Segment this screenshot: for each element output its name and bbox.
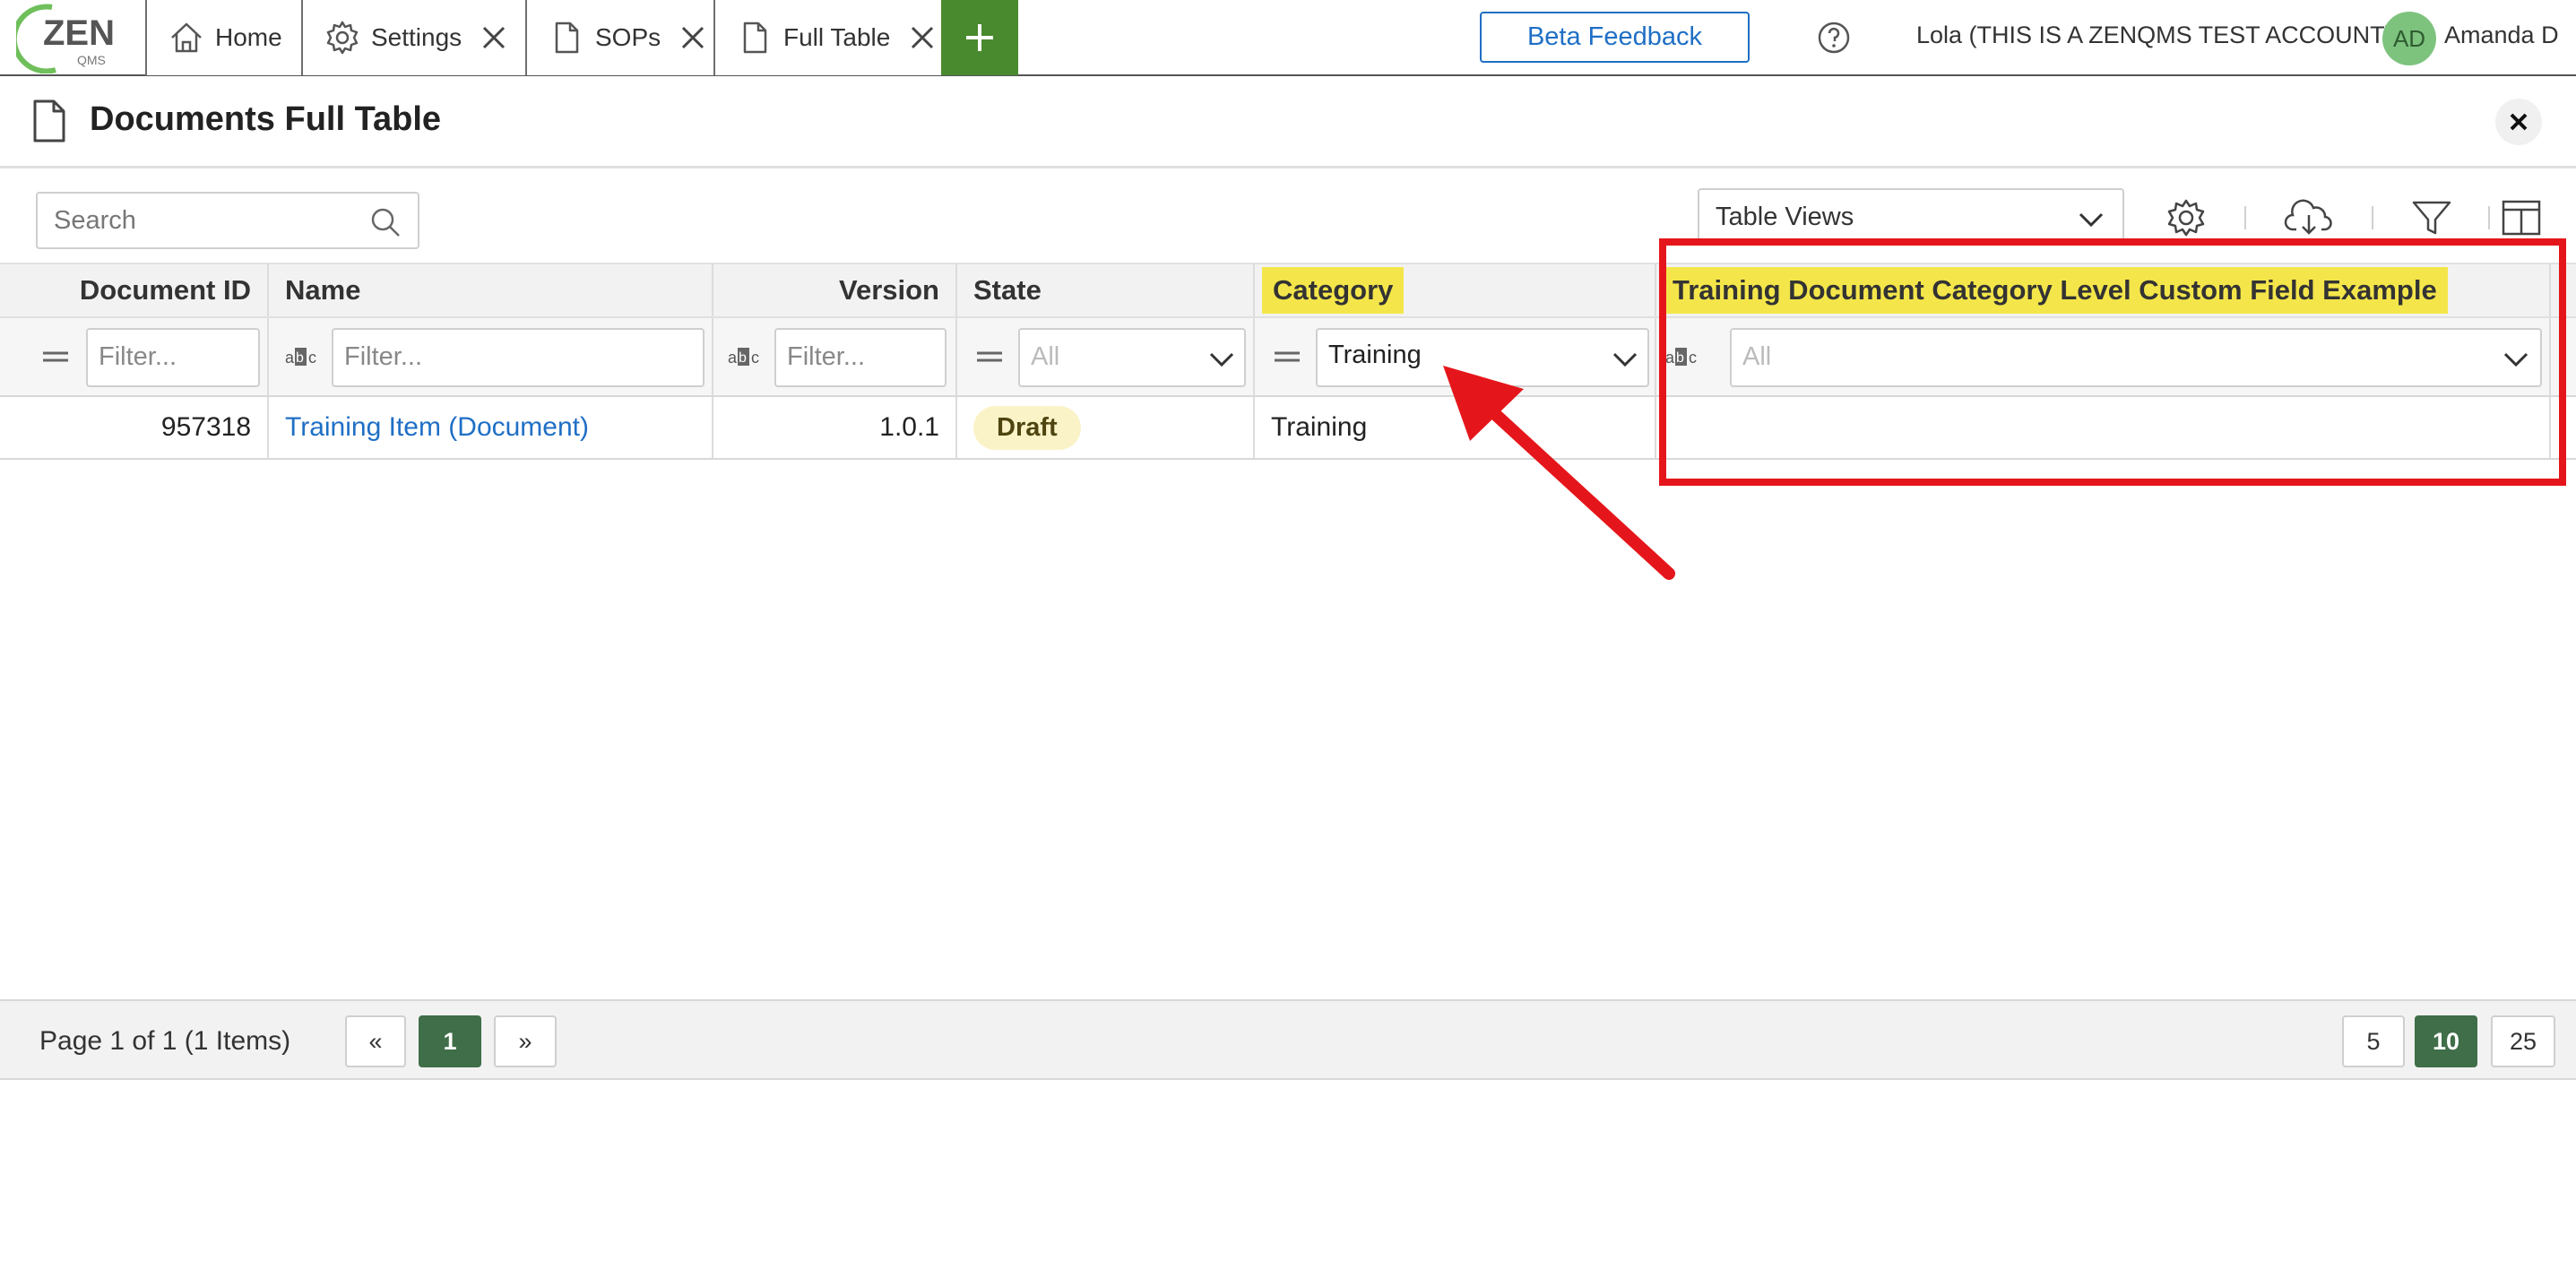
annotation-arrow bbox=[1443, 366, 1675, 580]
gear-icon[interactable] bbox=[2164, 195, 2209, 240]
user-name[interactable]: Amanda D bbox=[2444, 22, 2559, 49]
cell-name: Training Item (Document) bbox=[269, 397, 713, 458]
tab-full-table[interactable]: Full Table bbox=[713, 0, 943, 75]
equals-icon[interactable] bbox=[1271, 343, 1303, 370]
cell-state: Draft bbox=[957, 397, 1255, 458]
column-header-version[interactable]: Version bbox=[713, 264, 957, 316]
document-link[interactable]: Training Item (Document) bbox=[285, 412, 589, 443]
account-name[interactable]: Lola (THIS IS A ZENQMS TEST ACCOUNT) bbox=[1916, 22, 2393, 49]
equals-icon[interactable] bbox=[973, 343, 1006, 370]
filter-placeholder: Filter... bbox=[787, 342, 866, 371]
filter-value: All bbox=[1031, 342, 1060, 371]
page-size-5[interactable]: 5 bbox=[2342, 1015, 2405, 1067]
column-header-document-id[interactable]: Document ID bbox=[0, 264, 269, 316]
filter-placeholder: Filter... bbox=[344, 342, 423, 371]
svg-text:c: c bbox=[751, 349, 759, 367]
pager-info: Page 1 of 1 (1 Items) bbox=[39, 1026, 291, 1056]
column-label: Document ID bbox=[79, 274, 251, 306]
pager: Page 1 of 1 (1 Items) « 1 » 5 10 25 bbox=[0, 999, 2576, 1080]
filter-value: Training bbox=[1328, 341, 1422, 369]
chevron-down-icon bbox=[2079, 212, 2104, 228]
close-tab-icon[interactable] bbox=[679, 23, 707, 52]
text-filter-icon[interactable]: abc bbox=[283, 343, 321, 370]
add-tab-button[interactable] bbox=[941, 0, 1018, 75]
gear-icon bbox=[326, 21, 359, 55]
tab-home[interactable]: Home bbox=[145, 0, 303, 75]
next-page-button[interactable]: » bbox=[494, 1015, 557, 1067]
search-icon[interactable] bbox=[369, 206, 402, 238]
svg-text:c: c bbox=[308, 349, 316, 367]
svg-text:b: b bbox=[296, 350, 304, 366]
search-box[interactable] bbox=[36, 192, 419, 249]
column-label: Version bbox=[839, 274, 939, 306]
svg-text:QMS: QMS bbox=[77, 53, 106, 67]
document-icon bbox=[555, 22, 579, 54]
plus-icon bbox=[966, 24, 993, 51]
tab-sops[interactable]: SOPs bbox=[525, 0, 715, 75]
table-views-label: Table Views bbox=[1716, 203, 1854, 231]
chevron-down-icon bbox=[1209, 352, 1234, 367]
annotation-highlight-box bbox=[1659, 238, 2566, 486]
document-icon bbox=[33, 99, 65, 142]
column-header-name[interactable]: Name bbox=[269, 264, 713, 316]
toolbar-divider bbox=[2244, 206, 2246, 229]
filter-cell-name: abc Filter... bbox=[269, 318, 713, 395]
cloud-download-icon[interactable] bbox=[2284, 195, 2334, 240]
help-icon[interactable] bbox=[1816, 20, 1852, 56]
status-badge: Draft bbox=[973, 405, 1081, 450]
search-input[interactable] bbox=[54, 203, 350, 238]
filter-icon[interactable] bbox=[2409, 195, 2454, 240]
cell-document-id: 957318 bbox=[0, 397, 269, 458]
text-filter-icon[interactable]: abc bbox=[726, 343, 764, 370]
column-label: Name bbox=[285, 274, 361, 306]
page-size-25[interactable]: 25 bbox=[2491, 1015, 2555, 1067]
tab-settings[interactable]: Settings bbox=[301, 0, 527, 75]
filter-cell-version: abc Filter... bbox=[713, 318, 957, 395]
tab-label: SOPs bbox=[595, 23, 661, 51]
filter-input-version[interactable]: Filter... bbox=[774, 328, 947, 387]
top-bar: ZEN QMS Home Settings SOPs Full Table Be… bbox=[0, 0, 2576, 76]
tab-label: Full Table bbox=[783, 23, 891, 51]
filter-input-name[interactable]: Filter... bbox=[332, 328, 705, 387]
filter-select-state[interactable]: All bbox=[1018, 328, 1246, 387]
page-button-1[interactable]: 1 bbox=[419, 1015, 481, 1067]
filter-input-document-id[interactable]: Filter... bbox=[86, 328, 260, 387]
table-views-dropdown[interactable]: Table Views bbox=[1698, 188, 2124, 246]
toolbar-divider bbox=[2488, 206, 2490, 229]
tab-label: Settings bbox=[371, 23, 462, 51]
avatar[interactable]: AD bbox=[2382, 12, 2436, 65]
close-tab-icon[interactable] bbox=[480, 23, 508, 52]
prev-page-button[interactable]: « bbox=[345, 1015, 406, 1067]
column-header-state[interactable]: State bbox=[957, 264, 1255, 316]
beta-feedback-button[interactable]: Beta Feedback bbox=[1480, 12, 1750, 63]
tab-label: Home bbox=[215, 23, 282, 51]
close-page-button[interactable] bbox=[2495, 99, 2542, 145]
svg-text:ZEN: ZEN bbox=[43, 13, 115, 53]
cell-version: 1.0.1 bbox=[713, 397, 957, 458]
page-title: Documents Full Table bbox=[90, 100, 442, 138]
svg-text:a: a bbox=[728, 349, 738, 367]
document-icon bbox=[743, 22, 767, 54]
column-header-category[interactable]: Category bbox=[1255, 264, 1656, 316]
page-size-10[interactable]: 10 bbox=[2415, 1015, 2477, 1067]
svg-text:b: b bbox=[739, 350, 747, 366]
filter-placeholder: Filter... bbox=[99, 342, 177, 371]
columns-icon[interactable] bbox=[2501, 195, 2542, 240]
close-tab-icon[interactable] bbox=[908, 23, 937, 52]
close-icon bbox=[2510, 113, 2528, 131]
filter-cell-state: All bbox=[957, 318, 1255, 395]
filter-cell-document-id: Filter... bbox=[0, 318, 269, 395]
column-label: State bbox=[973, 274, 1042, 306]
toolbar-divider bbox=[2372, 206, 2373, 229]
svg-text:a: a bbox=[285, 349, 295, 367]
column-label: Category bbox=[1262, 267, 1405, 314]
zenqms-logo[interactable]: ZEN QMS bbox=[16, 2, 133, 73]
home-icon bbox=[171, 22, 202, 53]
equals-icon[interactable] bbox=[39, 343, 72, 370]
page-header: Documents Full Table bbox=[0, 77, 2576, 168]
